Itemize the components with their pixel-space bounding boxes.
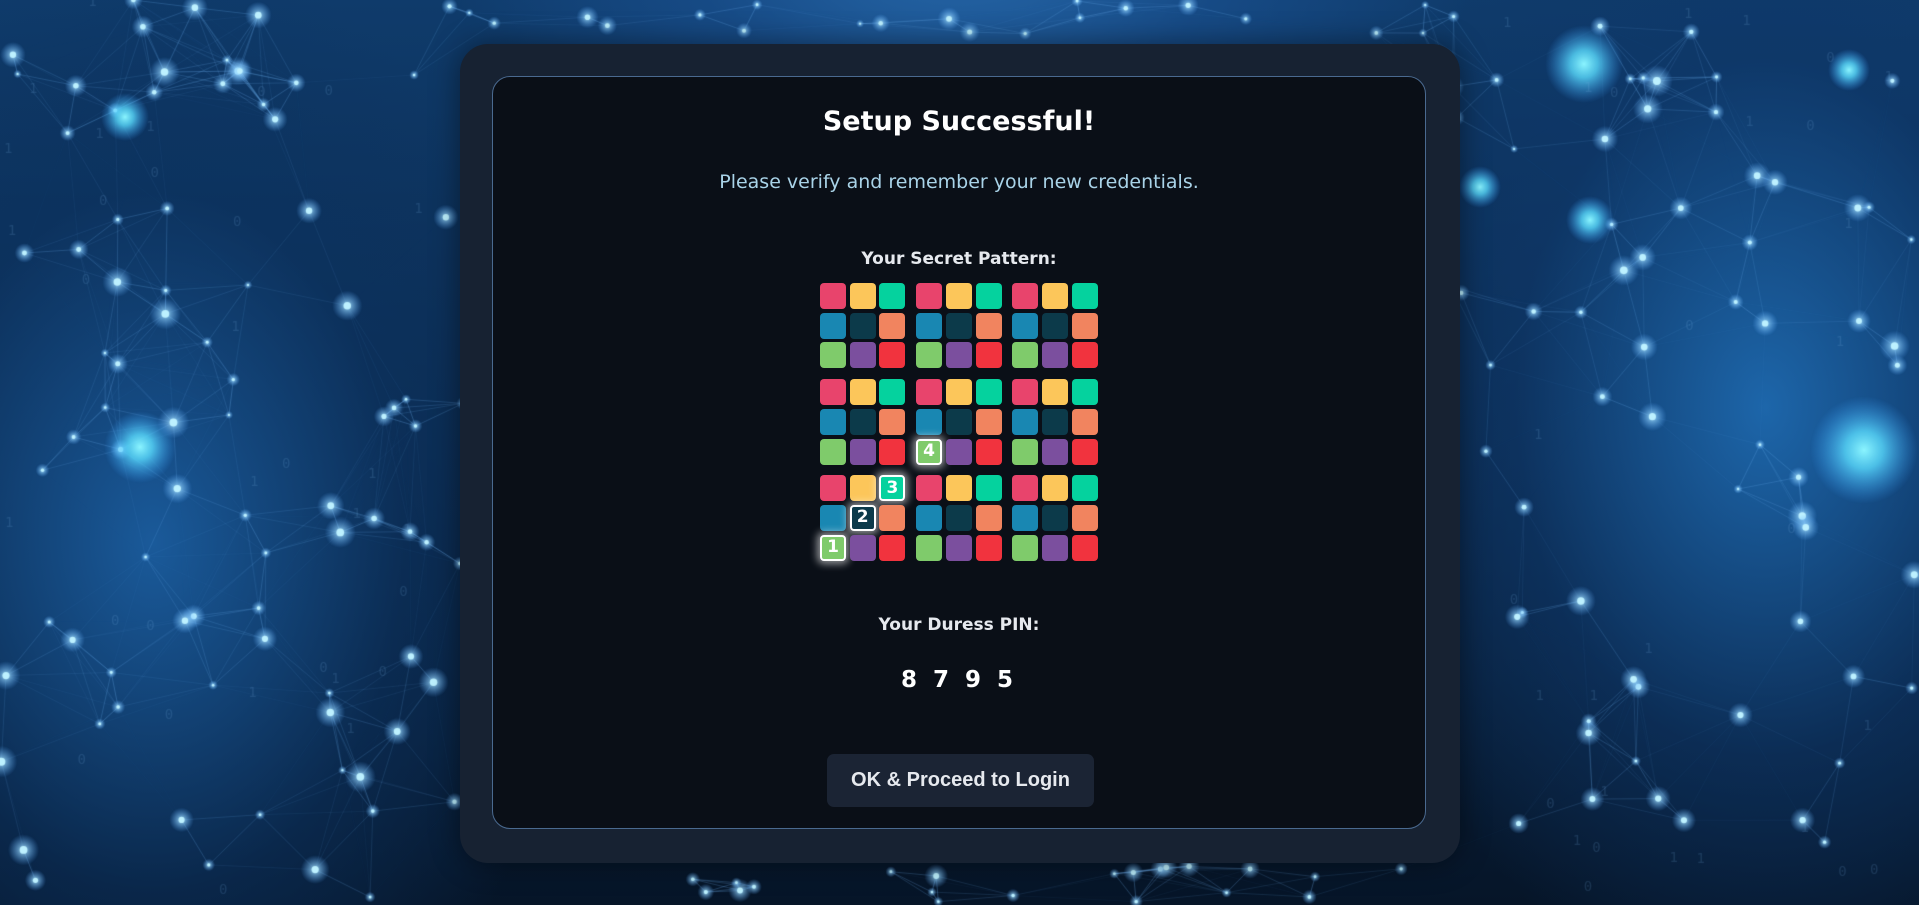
pattern-cell [820, 283, 846, 309]
pattern-cell [820, 312, 846, 339]
pattern-cell [1041, 342, 1068, 369]
pattern-cell [1041, 408, 1068, 435]
pattern-cell [849, 342, 876, 369]
pattern-cell [1012, 408, 1039, 435]
pattern-cell [975, 283, 1002, 309]
dialog-subtitle: Please verify and remember your new cred… [719, 171, 1199, 193]
pattern-cell [975, 408, 1002, 435]
pattern-cell [916, 379, 943, 406]
pattern-cell [916, 312, 943, 339]
pattern-cell [945, 438, 972, 465]
pattern-cell [1041, 504, 1068, 531]
pattern-cell [1041, 475, 1068, 502]
pattern-cell [1041, 438, 1068, 465]
secret-pattern-label: Your Secret Pattern: [861, 249, 1057, 269]
pattern-cell [1012, 475, 1039, 502]
pattern-cell [975, 438, 1002, 465]
duress-pin-label: Your Duress PIN: [878, 615, 1040, 635]
pattern-cell [1071, 379, 1098, 406]
pattern-cell [879, 312, 906, 339]
pattern-cell [849, 438, 876, 465]
pattern-cell [975, 504, 1002, 531]
pattern-cell [879, 342, 906, 369]
pattern-cell [975, 534, 1002, 561]
pattern-cell [1071, 534, 1098, 561]
dialog-title: Setup Successful! [822, 106, 1096, 137]
pattern-cell [1071, 438, 1098, 465]
ok-proceed-to-login-button[interactable]: OK & Proceed to Login [827, 754, 1094, 807]
pattern-cell [945, 379, 972, 406]
pattern-cell [1012, 342, 1039, 369]
pattern-cell [879, 408, 906, 435]
pattern-cell [975, 342, 1002, 369]
pattern-cell [945, 342, 972, 369]
duress-pin-value: 8 7 9 5 [900, 667, 1018, 693]
pattern-cell [1071, 475, 1098, 502]
pattern-cell [820, 342, 846, 369]
pattern-cell [975, 312, 1002, 339]
pattern-cell-selected: 3 [879, 475, 906, 502]
pattern-cell [975, 379, 1002, 406]
pattern-cell [916, 342, 943, 369]
pattern-cell [849, 408, 876, 435]
pattern-cell [879, 283, 906, 309]
pattern-cell [879, 379, 906, 406]
pattern-cell [916, 408, 943, 435]
pattern-cell [1071, 283, 1098, 309]
pattern-cell [820, 504, 846, 531]
pattern-cell [879, 504, 906, 531]
pattern-cell-selected: 1 [820, 534, 846, 561]
pattern-cell [916, 475, 943, 502]
pattern-cell [1012, 438, 1039, 465]
pattern-cell [916, 504, 943, 531]
pattern-cell-selected: 2 [849, 504, 876, 531]
pattern-cell [879, 438, 906, 465]
pattern-cell [849, 283, 876, 309]
pattern-cell [1041, 312, 1068, 339]
pattern-cell [1071, 408, 1098, 435]
pattern-cell [1071, 312, 1098, 339]
pattern-cell [1012, 504, 1039, 531]
pattern-cell [1041, 283, 1068, 309]
pattern-cell [879, 534, 906, 561]
pattern-cell [1071, 342, 1098, 369]
pattern-cell [820, 408, 846, 435]
pattern-cell [945, 408, 972, 435]
pattern-cell [820, 475, 846, 502]
pattern-cell [849, 379, 876, 406]
pattern-cell [1012, 312, 1039, 339]
pattern-cell [1012, 283, 1039, 309]
pattern-cell-selected: 4 [916, 438, 943, 465]
pattern-cell [975, 475, 1002, 502]
pattern-cell [945, 504, 972, 531]
pattern-cell [1041, 379, 1068, 406]
pattern-cell [916, 534, 943, 561]
secret-pattern-grid: 4321 [820, 283, 1100, 563]
pattern-cell [945, 283, 972, 309]
pattern-cell [1012, 534, 1039, 561]
pattern-cell [849, 534, 876, 561]
pattern-cell [945, 475, 972, 502]
pattern-cell [945, 534, 972, 561]
pattern-cell [945, 312, 972, 339]
pattern-cell [1041, 534, 1068, 561]
setup-success-dialog: Setup Successful! Please verify and reme… [460, 44, 1460, 863]
dialog-content-panel: Setup Successful! Please verify and reme… [492, 76, 1426, 829]
pattern-cell [820, 438, 846, 465]
pattern-cell [820, 379, 846, 406]
pattern-cell [1071, 504, 1098, 531]
pattern-cell [849, 475, 876, 502]
pattern-cell [849, 312, 876, 339]
pattern-cell [1012, 379, 1039, 406]
pattern-cell [916, 283, 943, 309]
